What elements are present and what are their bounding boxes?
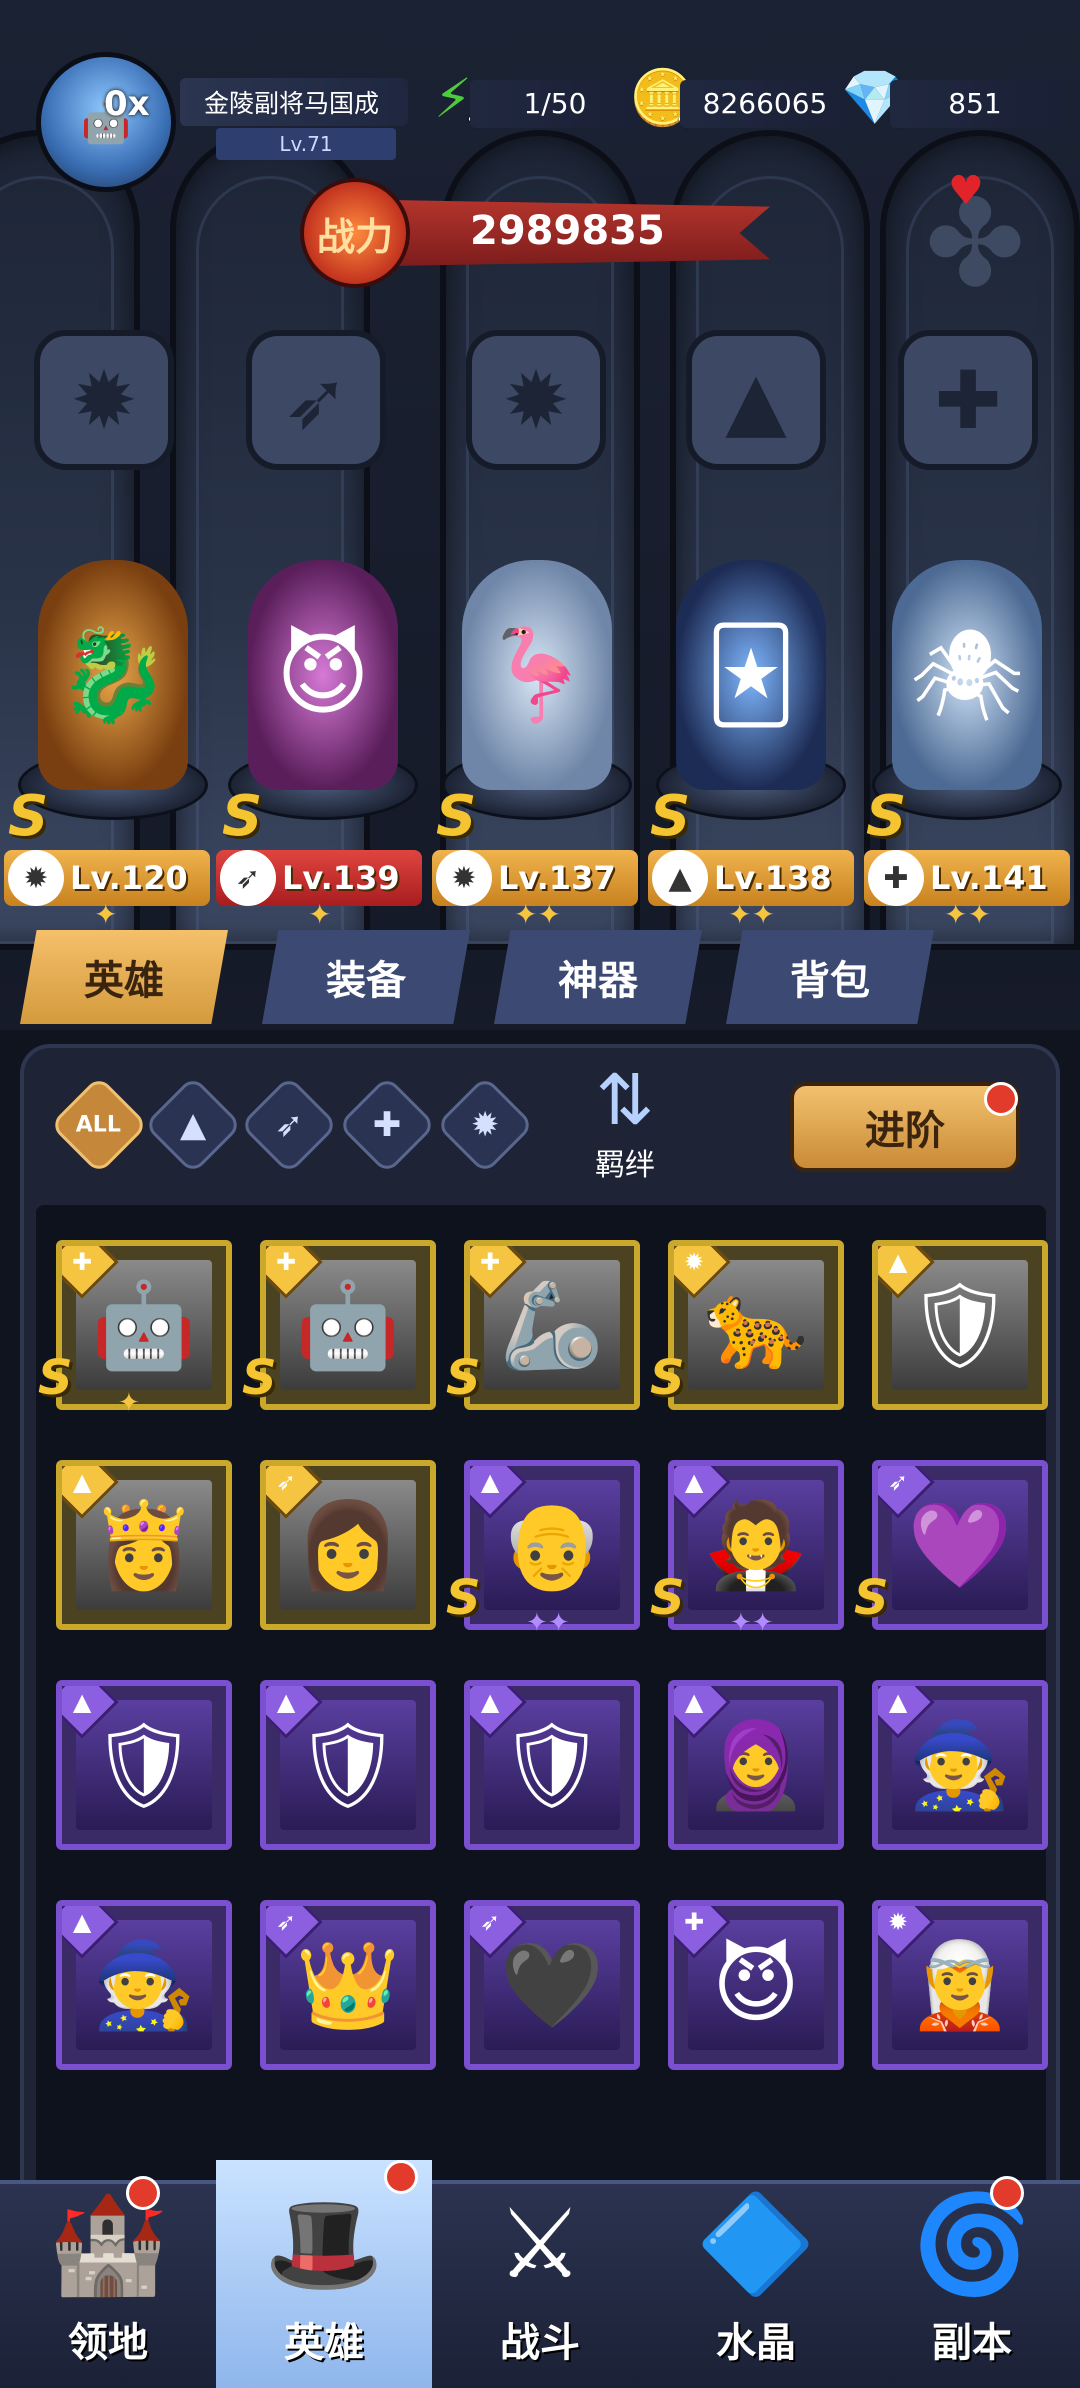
bond-label: 羁绊 <box>595 1148 655 1183</box>
succubus-hero: 😈 <box>248 560 398 790</box>
wizard-hat-icon: ▲ <box>652 850 708 906</box>
rank-badge: S <box>854 1570 889 1626</box>
star-rating: ✦✦ <box>944 898 991 931</box>
hero-card[interactable]: 🖤 ➶ <box>464 1900 640 2070</box>
tab-equipment[interactable]: 装备 <box>262 930 470 1024</box>
notification-dot <box>126 2176 160 2210</box>
gold-counter: 8266065 <box>680 80 850 128</box>
rank-badge: S <box>242 1350 277 1406</box>
star-rating: ✦✦ <box>514 898 561 931</box>
hero-screen: 🤖 0x 金陵副将马国成 Lv.71 ⚡+ 1/50 🪙+ 8266065 💎+… <box>0 0 1080 2388</box>
star-rating: ✦✦ <box>526 1608 570 1638</box>
hero-card[interactable]: 👴 ▲ <box>464 1460 640 1630</box>
lineup-slot-1[interactable]: 🐉 <box>8 560 218 820</box>
rank-badge: S <box>436 784 477 849</box>
wing-emblem-icon: ➶ <box>246 330 386 470</box>
notification-dot <box>984 1082 1018 1116</box>
crystal-icon: 🔷 <box>696 2188 816 2300</box>
hero-card[interactable]: 🧝 ✹ <box>872 1900 1048 2070</box>
rank-badge: S <box>38 1350 73 1406</box>
wrench-emblem-icon: ✚ <box>898 330 1038 470</box>
hero-card[interactable]: 🧙 ▲ <box>56 1900 232 2070</box>
star-rating: ✦ <box>118 1388 140 1418</box>
hero-card[interactable]: 🦾 ✚ <box>464 1240 640 1410</box>
tab-bag[interactable]: 背包 <box>726 930 934 1024</box>
hero-card[interactable]: 😈 ✚ <box>668 1900 844 2070</box>
star-rating: ✦✦ <box>728 898 775 931</box>
rank-badge: S <box>446 1350 481 1406</box>
hero-card[interactable]: 🛡 ▲ <box>872 1240 1048 1410</box>
dragon-warrior-hero: 🐉 <box>38 560 188 790</box>
player-name: 金陵副将马国成 <box>180 78 408 126</box>
wizard-hat-icon: 🎩 <box>264 2188 384 2300</box>
tab-artifacts[interactable]: 神器 <box>494 930 702 1024</box>
hero-card[interactable]: 👸 ▲ <box>56 1460 232 1630</box>
wing-icon: ➶ <box>220 850 276 906</box>
hero-card[interactable]: 💜 ➶ <box>872 1460 1048 1630</box>
nav-battle[interactable]: ⚔ 战斗 <box>432 2160 648 2388</box>
mech-spider-hero: 🕷 <box>892 560 1042 790</box>
notification-dot <box>384 2160 418 2194</box>
star-rating: ✦ <box>94 898 118 931</box>
beast-icon: ✹ <box>436 850 492 906</box>
rank-badge: S <box>866 784 907 849</box>
hero-card[interactable]: 🤖 ✚ <box>260 1240 436 1410</box>
star-rating: ✦ <box>308 898 332 931</box>
rank-badge: S <box>650 1570 685 1626</box>
energy-counter: 1/50 <box>470 80 640 128</box>
hero-card[interactable]: 🧙 ▲ <box>872 1680 1048 1850</box>
lineup-slot-5[interactable]: 🕷 <box>862 560 1072 820</box>
player-level: Lv.71 <box>216 128 396 160</box>
hero-card[interactable]: 🛡 ▲ <box>56 1680 232 1850</box>
rank-badge: S <box>222 784 263 849</box>
hero-card[interactable]: 👑 ➶ <box>260 1900 436 2070</box>
nav-heroes[interactable]: 🎩 英雄 <box>216 2160 432 2388</box>
sword-icon: ⚔ <box>496 2188 584 2300</box>
gem-counter: 851 <box>890 80 1060 128</box>
rank-badge: S <box>8 784 49 849</box>
hero-card[interactable]: 🧕 ▲ <box>668 1680 844 1850</box>
lineup-slot-3[interactable]: 🦩 <box>432 560 642 820</box>
power-display: 战力 2989835 <box>300 178 770 288</box>
nav-crystal[interactable]: 🔷 水晶 <box>648 2160 864 2388</box>
wrench-icon: ✚ <box>868 850 924 906</box>
beast-emblem-icon: ✹ <box>466 330 606 470</box>
rank-badge: S <box>650 1350 685 1406</box>
hero-card[interactable]: 🤖 ✚ <box>56 1240 232 1410</box>
star-rating: ✦✦ <box>730 1608 774 1638</box>
bond-arrows-icon: ⇅ <box>595 1059 655 1141</box>
wizard-hat-emblem-icon: ▲ <box>686 330 826 470</box>
nav-territory[interactable]: 🏰 领地 <box>0 2160 216 2388</box>
notification-dot <box>990 2176 1024 2210</box>
bond-button[interactable]: ⇅ 羁绊 <box>555 1059 695 1183</box>
hero-card[interactable]: 🐆 ✹ <box>668 1240 844 1410</box>
heart-icon: ♥ <box>948 168 984 214</box>
hero-card[interactable]: 🛡 ▲ <box>260 1680 436 1850</box>
hero-card[interactable]: 👩 ➶ <box>260 1460 436 1630</box>
vip-level: 0x <box>104 84 150 124</box>
nav-dungeon[interactable]: 🌀 副本 <box>864 2160 1080 2388</box>
power-value: 2989835 <box>470 208 665 254</box>
lineup-slot-2[interactable]: 😈 <box>218 560 428 820</box>
beast-icon: ✹ <box>8 850 64 906</box>
top-bar: 🤖 0x 金陵副将马国成 Lv.71 ⚡+ 1/50 🪙+ 8266065 💎+… <box>0 0 1080 192</box>
crane-hero: 🦩 <box>462 560 612 790</box>
power-label: 战力 <box>300 178 410 288</box>
beast-emblem-icon: ✹ <box>34 330 174 470</box>
lineup-slot-4[interactable]: 🃏 <box>646 560 856 820</box>
hero-card[interactable]: 🧛 ▲ <box>668 1460 844 1630</box>
tab-heroes[interactable]: 英雄 <box>20 930 228 1024</box>
hero-card[interactable]: 🛡 ▲ <box>464 1680 640 1850</box>
rank-badge: S <box>650 784 691 849</box>
magician-hero: 🃏 <box>676 560 826 790</box>
rank-badge: S <box>446 1570 481 1626</box>
